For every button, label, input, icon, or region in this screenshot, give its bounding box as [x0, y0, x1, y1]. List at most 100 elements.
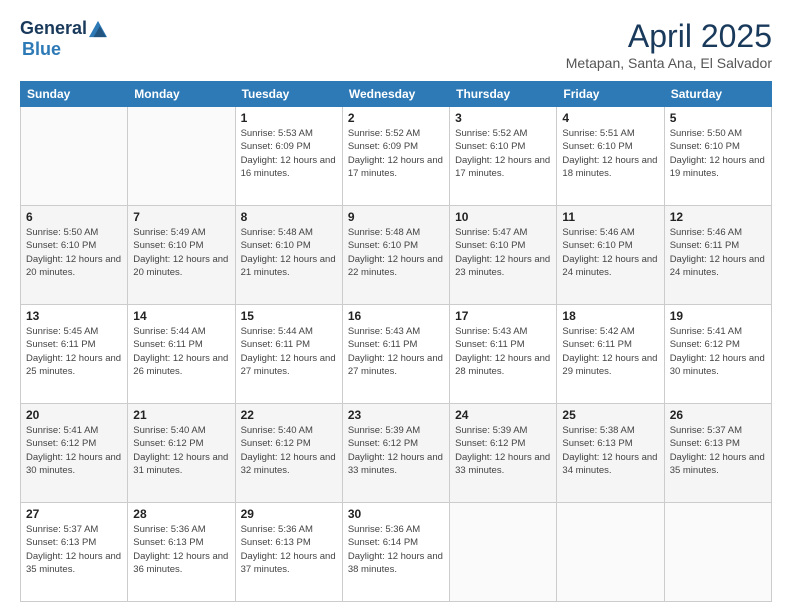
day-info: Sunrise: 5:40 AMSunset: 6:12 PMDaylight:… [241, 424, 337, 477]
day-info: Sunrise: 5:52 AMSunset: 6:10 PMDaylight:… [455, 127, 551, 180]
day-number: 8 [241, 210, 337, 224]
day-info: Sunrise: 5:46 AMSunset: 6:11 PMDaylight:… [670, 226, 766, 279]
table-row: 15 Sunrise: 5:44 AMSunset: 6:11 PMDayligh… [235, 305, 342, 404]
day-number: 29 [241, 507, 337, 521]
day-number: 3 [455, 111, 551, 125]
table-row [557, 503, 664, 602]
day-number: 22 [241, 408, 337, 422]
day-info: Sunrise: 5:50 AMSunset: 6:10 PMDaylight:… [26, 226, 122, 279]
table-row: 9 Sunrise: 5:48 AMSunset: 6:10 PMDaylight… [342, 206, 449, 305]
col-monday: Monday [128, 82, 235, 107]
day-info: Sunrise: 5:43 AMSunset: 6:11 PMDaylight:… [348, 325, 444, 378]
day-number: 4 [562, 111, 658, 125]
day-info: Sunrise: 5:53 AMSunset: 6:09 PMDaylight:… [241, 127, 337, 180]
day-number: 28 [133, 507, 229, 521]
day-number: 12 [670, 210, 766, 224]
col-wednesday: Wednesday [342, 82, 449, 107]
table-row: 30 Sunrise: 5:36 AMSunset: 6:14 PMDayligh… [342, 503, 449, 602]
day-number: 23 [348, 408, 444, 422]
day-number: 20 [26, 408, 122, 422]
calendar-week-row: 13 Sunrise: 5:45 AMSunset: 6:11 PMDayligh… [21, 305, 772, 404]
table-row: 19 Sunrise: 5:41 AMSunset: 6:12 PMDayligh… [664, 305, 771, 404]
day-number: 5 [670, 111, 766, 125]
col-tuesday: Tuesday [235, 82, 342, 107]
day-number: 11 [562, 210, 658, 224]
day-info: Sunrise: 5:50 AMSunset: 6:10 PMDaylight:… [670, 127, 766, 180]
page: General Blue April 2025 Metapan, Santa A… [0, 0, 792, 612]
day-number: 30 [348, 507, 444, 521]
day-number: 6 [26, 210, 122, 224]
day-info: Sunrise: 5:48 AMSunset: 6:10 PMDaylight:… [348, 226, 444, 279]
table-row: 18Sunrise: 5:42 AMSunset: 6:11 PMDayligh… [557, 305, 664, 404]
day-info: Sunrise: 5:37 AMSunset: 6:13 PMDaylight:… [670, 424, 766, 477]
day-number: 9 [348, 210, 444, 224]
header: General Blue April 2025 Metapan, Santa A… [20, 18, 772, 71]
day-info: Sunrise: 5:36 AMSunset: 6:14 PMDaylight:… [348, 523, 444, 576]
day-info: Sunrise: 5:44 AMSunset: 6:11 PMDaylight:… [133, 325, 229, 378]
table-row: 16Sunrise: 5:43 AMSunset: 6:11 PMDayligh… [342, 305, 449, 404]
day-number: 17 [455, 309, 551, 323]
day-number: 13 [26, 309, 122, 323]
location: Metapan, Santa Ana, El Salvador [566, 55, 772, 71]
table-row: 3 Sunrise: 5:52 AMSunset: 6:10 PMDaylight… [450, 107, 557, 206]
table-row [128, 107, 235, 206]
calendar-week-row: 1 Sunrise: 5:53 AMSunset: 6:09 PMDaylight… [21, 107, 772, 206]
table-row: 5 Sunrise: 5:50 AMSunset: 6:10 PMDaylight… [664, 107, 771, 206]
table-row: 14 Sunrise: 5:44 AMSunset: 6:11 PMDayligh… [128, 305, 235, 404]
table-row: 8Sunrise: 5:48 AMSunset: 6:10 PMDaylight… [235, 206, 342, 305]
table-row: 28Sunrise: 5:36 AMSunset: 6:13 PMDayligh… [128, 503, 235, 602]
day-info: Sunrise: 5:46 AMSunset: 6:10 PMDaylight:… [562, 226, 658, 279]
table-row: 13 Sunrise: 5:45 AMSunset: 6:11 PMDayligh… [21, 305, 128, 404]
day-info: Sunrise: 5:52 AMSunset: 6:09 PMDaylight:… [348, 127, 444, 180]
table-row: 17Sunrise: 5:43 AMSunset: 6:11 PMDayligh… [450, 305, 557, 404]
table-row: 23 Sunrise: 5:39 AMSunset: 6:12 PMDayligh… [342, 404, 449, 503]
day-info: Sunrise: 5:42 AMSunset: 6:11 PMDaylight:… [562, 325, 658, 378]
table-row: 4 Sunrise: 5:51 AMSunset: 6:10 PMDaylight… [557, 107, 664, 206]
table-row: 26Sunrise: 5:37 AMSunset: 6:13 PMDayligh… [664, 404, 771, 503]
day-info: Sunrise: 5:36 AMSunset: 6:13 PMDaylight:… [241, 523, 337, 576]
col-friday: Friday [557, 82, 664, 107]
table-row: 12 Sunrise: 5:46 AMSunset: 6:11 PMDayligh… [664, 206, 771, 305]
day-number: 1 [241, 111, 337, 125]
table-row: 22 Sunrise: 5:40 AMSunset: 6:12 PMDayligh… [235, 404, 342, 503]
day-info: Sunrise: 5:41 AMSunset: 6:12 PMDaylight:… [26, 424, 122, 477]
table-row [21, 107, 128, 206]
day-number: 25 [562, 408, 658, 422]
table-row: 29 Sunrise: 5:36 AMSunset: 6:13 PMDayligh… [235, 503, 342, 602]
calendar-week-row: 20 Sunrise: 5:41 AMSunset: 6:12 PMDayligh… [21, 404, 772, 503]
day-info: Sunrise: 5:39 AMSunset: 6:12 PMDaylight:… [455, 424, 551, 477]
table-row [450, 503, 557, 602]
day-info: Sunrise: 5:51 AMSunset: 6:10 PMDaylight:… [562, 127, 658, 180]
logo-icon [89, 20, 107, 38]
day-info: Sunrise: 5:39 AMSunset: 6:12 PMDaylight:… [348, 424, 444, 477]
logo: General Blue [20, 18, 107, 60]
day-info: Sunrise: 5:38 AMSunset: 6:13 PMDaylight:… [562, 424, 658, 477]
day-number: 19 [670, 309, 766, 323]
calendar: Sunday Monday Tuesday Wednesday Thursday… [20, 81, 772, 602]
day-number: 2 [348, 111, 444, 125]
day-number: 14 [133, 309, 229, 323]
table-row: 6 Sunrise: 5:50 AMSunset: 6:10 PMDaylight… [21, 206, 128, 305]
table-row: 27 Sunrise: 5:37 AMSunset: 6:13 PMDayligh… [21, 503, 128, 602]
table-row: 24Sunrise: 5:39 AMSunset: 6:12 PMDayligh… [450, 404, 557, 503]
day-info: Sunrise: 5:41 AMSunset: 6:12 PMDaylight:… [670, 325, 766, 378]
day-info: Sunrise: 5:40 AMSunset: 6:12 PMDaylight:… [133, 424, 229, 477]
day-info: Sunrise: 5:44 AMSunset: 6:11 PMDaylight:… [241, 325, 337, 378]
logo-blue: Blue [22, 39, 61, 59]
day-number: 27 [26, 507, 122, 521]
day-info: Sunrise: 5:37 AMSunset: 6:13 PMDaylight:… [26, 523, 122, 576]
title-area: April 2025 Metapan, Santa Ana, El Salvad… [566, 18, 772, 71]
table-row: 21 Sunrise: 5:40 AMSunset: 6:12 PMDayligh… [128, 404, 235, 503]
month-title: April 2025 [566, 18, 772, 55]
day-number: 21 [133, 408, 229, 422]
day-info: Sunrise: 5:47 AMSunset: 6:10 PMDaylight:… [455, 226, 551, 279]
logo-general: General [20, 18, 87, 39]
day-info: Sunrise: 5:45 AMSunset: 6:11 PMDaylight:… [26, 325, 122, 378]
table-row: 2 Sunrise: 5:52 AMSunset: 6:09 PMDaylight… [342, 107, 449, 206]
table-row: 11 Sunrise: 5:46 AMSunset: 6:10 PMDayligh… [557, 206, 664, 305]
col-saturday: Saturday [664, 82, 771, 107]
table-row: 25 Sunrise: 5:38 AMSunset: 6:13 PMDayligh… [557, 404, 664, 503]
table-row: 7Sunrise: 5:49 AMSunset: 6:10 PMDaylight… [128, 206, 235, 305]
table-row: 10Sunrise: 5:47 AMSunset: 6:10 PMDayligh… [450, 206, 557, 305]
day-number: 15 [241, 309, 337, 323]
